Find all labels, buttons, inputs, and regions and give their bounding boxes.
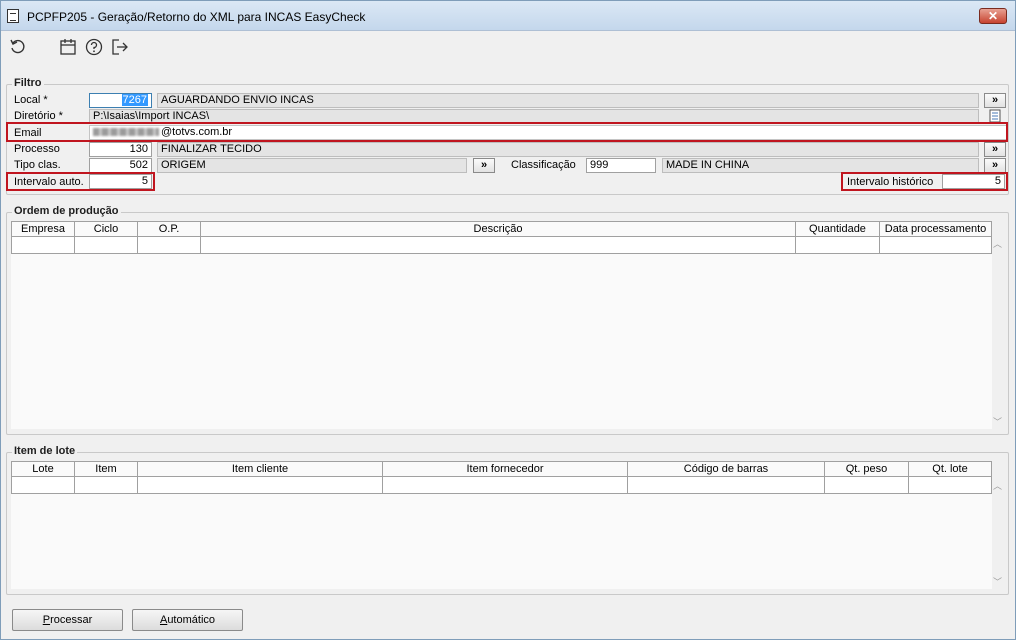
- diretorio-input[interactable]: P:\Isaias\Import INCAS\: [89, 109, 979, 123]
- close-button[interactable]: ✕: [979, 8, 1007, 24]
- toolbar: [1, 32, 1015, 62]
- classificacao-label: Classificação: [511, 159, 576, 171]
- processo-code-input[interactable]: 130: [89, 142, 152, 157]
- table-row[interactable]: [11, 477, 992, 494]
- classificacao-lookup-button[interactable]: »: [984, 158, 1006, 173]
- column-header[interactable]: Lote: [12, 462, 75, 476]
- local-description: AGUARDANDO ENVIO INCAS: [157, 93, 979, 108]
- item-lote-header: Lote Item Item cliente Item fornecedor C…: [11, 461, 992, 477]
- column-header[interactable]: Data processamento: [880, 222, 991, 236]
- document-icon: [7, 9, 19, 23]
- classificacao-description: MADE IN CHINA: [662, 158, 979, 173]
- tipo-clas-label: Tipo clas.: [14, 159, 61, 171]
- scroll-up-icon[interactable]: ︿: [993, 479, 1002, 492]
- window-title: PCPFP205 - Geração/Retorno do XML para I…: [27, 10, 366, 24]
- ordem-producao-header: Empresa Ciclo O.P. Descrição Quantidade …: [11, 221, 992, 237]
- diretorio-label: Diretório *: [14, 110, 63, 122]
- column-header[interactable]: Código de barras: [628, 462, 825, 476]
- processo-label: Processo: [14, 143, 60, 155]
- processo-description: FINALIZAR TECIDO: [157, 142, 979, 157]
- title-bar: PCPFP205 - Geração/Retorno do XML para I…: [1, 1, 1015, 31]
- ordem-producao-title: Ordem de produção: [12, 205, 121, 217]
- scroll-down-icon[interactable]: ﹀: [993, 415, 1002, 428]
- help-icon[interactable]: [85, 38, 103, 56]
- calendar-icon[interactable]: [59, 38, 77, 56]
- item-lote-title: Item de lote: [12, 445, 78, 457]
- email-highlight-box: [6, 122, 1008, 142]
- column-header[interactable]: Item cliente: [138, 462, 383, 476]
- table-row[interactable]: [11, 237, 992, 254]
- main-window: PCPFP205 - Geração/Retorno do XML para I…: [0, 0, 1016, 640]
- intervalo-auto-highlight-box: [6, 172, 155, 191]
- classificacao-code-input[interactable]: 999: [586, 158, 656, 173]
- column-header[interactable]: Empresa: [12, 222, 75, 236]
- tipo-clas-description: ORIGEM: [157, 158, 467, 173]
- local-label: Local *: [14, 94, 48, 106]
- column-header[interactable]: Qt. lote: [909, 462, 991, 476]
- undo-icon[interactable]: [9, 38, 27, 56]
- exit-icon[interactable]: [111, 38, 129, 56]
- column-header[interactable]: Descrição: [201, 222, 796, 236]
- local-lookup-button[interactable]: »: [984, 93, 1006, 108]
- column-header[interactable]: Qt. peso: [825, 462, 909, 476]
- tipo-clas-code-input[interactable]: 502: [89, 158, 152, 173]
- column-header[interactable]: Item: [75, 462, 138, 476]
- column-header[interactable]: Ciclo: [75, 222, 138, 236]
- folder-browse-icon[interactable]: [987, 109, 1003, 123]
- automatico-button[interactable]: Automático: [132, 609, 243, 631]
- processar-button[interactable]: Processar: [12, 609, 123, 631]
- column-header[interactable]: O.P.: [138, 222, 201, 236]
- column-header[interactable]: Item fornecedor: [383, 462, 628, 476]
- scroll-down-icon[interactable]: ﹀: [993, 575, 1002, 588]
- tipo-clas-lookup-button[interactable]: »: [473, 158, 495, 173]
- processo-lookup-button[interactable]: »: [984, 142, 1006, 157]
- column-header[interactable]: Quantidade: [796, 222, 880, 236]
- intervalo-historico-highlight-box: [841, 172, 1008, 191]
- filtro-title: Filtro: [12, 77, 44, 89]
- scroll-up-icon[interactable]: ︿: [993, 237, 1002, 250]
- local-code-input[interactable]: 7267: [89, 93, 152, 108]
